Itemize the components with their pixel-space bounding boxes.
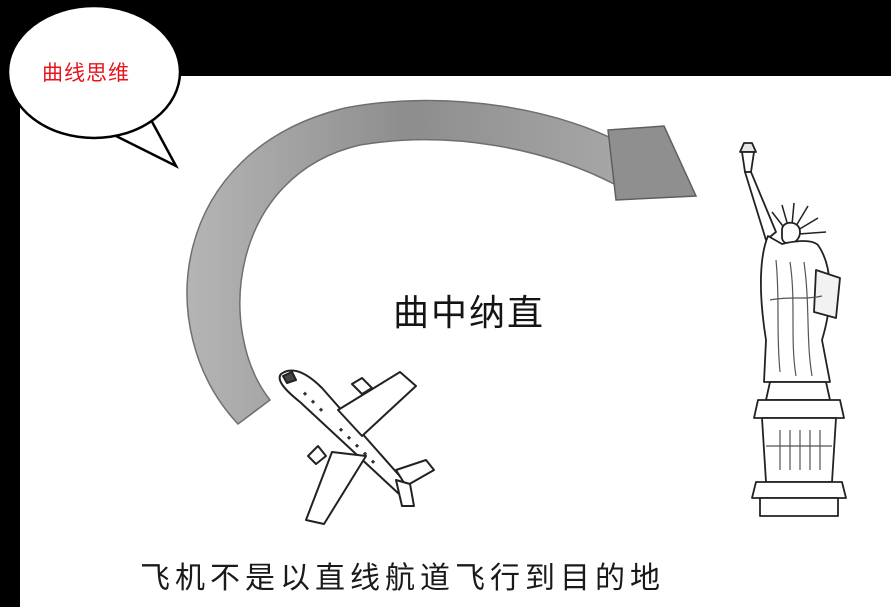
caption-text: 飞机不是以直线航道飞行到目的地	[140, 561, 665, 596]
content-panel	[20, 76, 891, 607]
center-label: 曲中纳直	[393, 293, 546, 334]
speech-bubble-text: 曲线思维	[42, 61, 130, 85]
